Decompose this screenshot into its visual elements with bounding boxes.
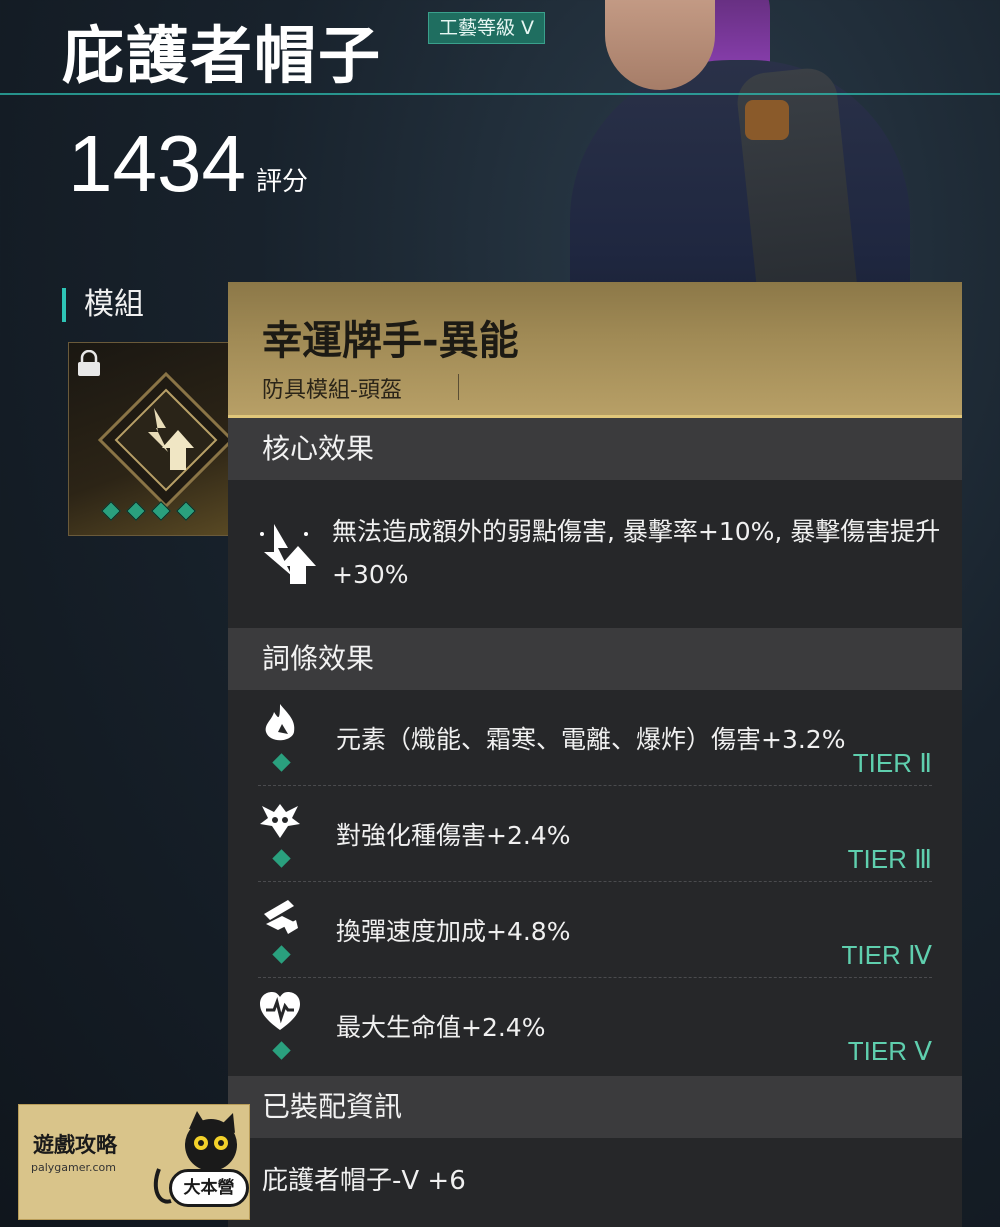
level-gem-icon: [126, 501, 146, 521]
modules-section-label: 模組: [62, 288, 144, 322]
reload-icon: [264, 900, 298, 934]
site-watermark: 遊戲攻略 palygamer.com 大本營: [18, 1104, 250, 1220]
watermark-url: palygamer.com: [31, 1161, 116, 1174]
affix-text: 換彈速度加成+4.8%: [336, 917, 571, 946]
affix-tier: TIER Ⅲ: [847, 844, 932, 874]
core-effect-text: 無法造成額外的弱點傷害, 暴擊率+10%, 暴擊傷害提升+30%: [332, 517, 941, 589]
core-effect-body: 無法造成額外的弱點傷害, 暴擊率+10%, 暴擊傷害提升+30%: [228, 480, 962, 628]
heart-icon: [260, 992, 300, 1030]
affix-tier: TIER Ⅱ: [852, 748, 932, 778]
score-value: 1434: [68, 119, 246, 208]
core-effect-title: 核心效果: [228, 418, 962, 480]
type-divider: [458, 374, 459, 400]
affix-row: 對強化種傷害+2.4% TIER Ⅲ: [228, 786, 962, 882]
watermark-badge: 大本營: [169, 1169, 249, 1207]
affix-tier: TIER Ⅴ: [847, 1036, 932, 1066]
lightning-arrow-icon: [97, 371, 235, 509]
affix-effect-title: 詞條效果: [228, 628, 962, 690]
craft-level-badge: 工藝等級 V: [428, 12, 546, 44]
level-gem-icon: [176, 501, 196, 521]
enemy-icon: [260, 804, 300, 838]
score-unit: 評分: [256, 167, 309, 197]
affix-list: 元素（熾能、霜寒、電離、爆炸）傷害+3.2% TIER Ⅱ 對強化種傷害+2.4…: [228, 690, 962, 1076]
affix-row: 元素（熾能、霜寒、電離、爆炸）傷害+3.2% TIER Ⅱ: [228, 690, 962, 786]
affix-text: 最大生命值+2.4%: [336, 1013, 546, 1042]
affix-tier: TIER Ⅳ: [841, 940, 932, 970]
affix-text: 元素（熾能、霜寒、電離、爆炸）傷害+3.2%: [336, 725, 846, 754]
equipped-info-body: 庇護者帽子-V +6: [228, 1138, 962, 1227]
equipped-item-text: 庇護者帽子-V +6: [262, 1166, 466, 1196]
affix-gem-icon: [272, 753, 291, 772]
affix-gem-icon: [272, 849, 291, 868]
elemental-icon: [265, 704, 295, 741]
level-gem-icon: [101, 501, 121, 521]
module-name: 幸運牌手-異能: [262, 318, 519, 364]
affix-text: 對強化種傷害+2.4%: [336, 821, 571, 850]
item-title: 庇護者帽子: [62, 19, 383, 92]
module-tooltip: 幸運牌手-異能 防具模組-頭盔 核心效果 無法造成額外的弱點傷害, 暴擊率+10…: [228, 282, 962, 1227]
module-level-dots: [101, 501, 196, 521]
level-gem-icon: [151, 501, 171, 521]
equipped-info-title: 已裝配資訊: [228, 1076, 962, 1138]
module-type: 防具模組-頭盔: [262, 378, 402, 403]
affix-row: 換彈速度加成+4.8% TIER Ⅳ: [228, 882, 962, 978]
tooltip-header: 幸運牌手-異能 防具模組-頭盔: [228, 282, 962, 418]
watermark-title: 遊戲攻略: [33, 1133, 117, 1157]
affix-gem-icon: [272, 945, 291, 964]
lightning-arrow-icon: [260, 524, 316, 584]
affix-row: 最大生命值+2.4% TIER Ⅴ: [228, 978, 962, 1074]
backpack-buckle: [745, 100, 789, 140]
affix-gem-icon: [272, 1041, 291, 1060]
